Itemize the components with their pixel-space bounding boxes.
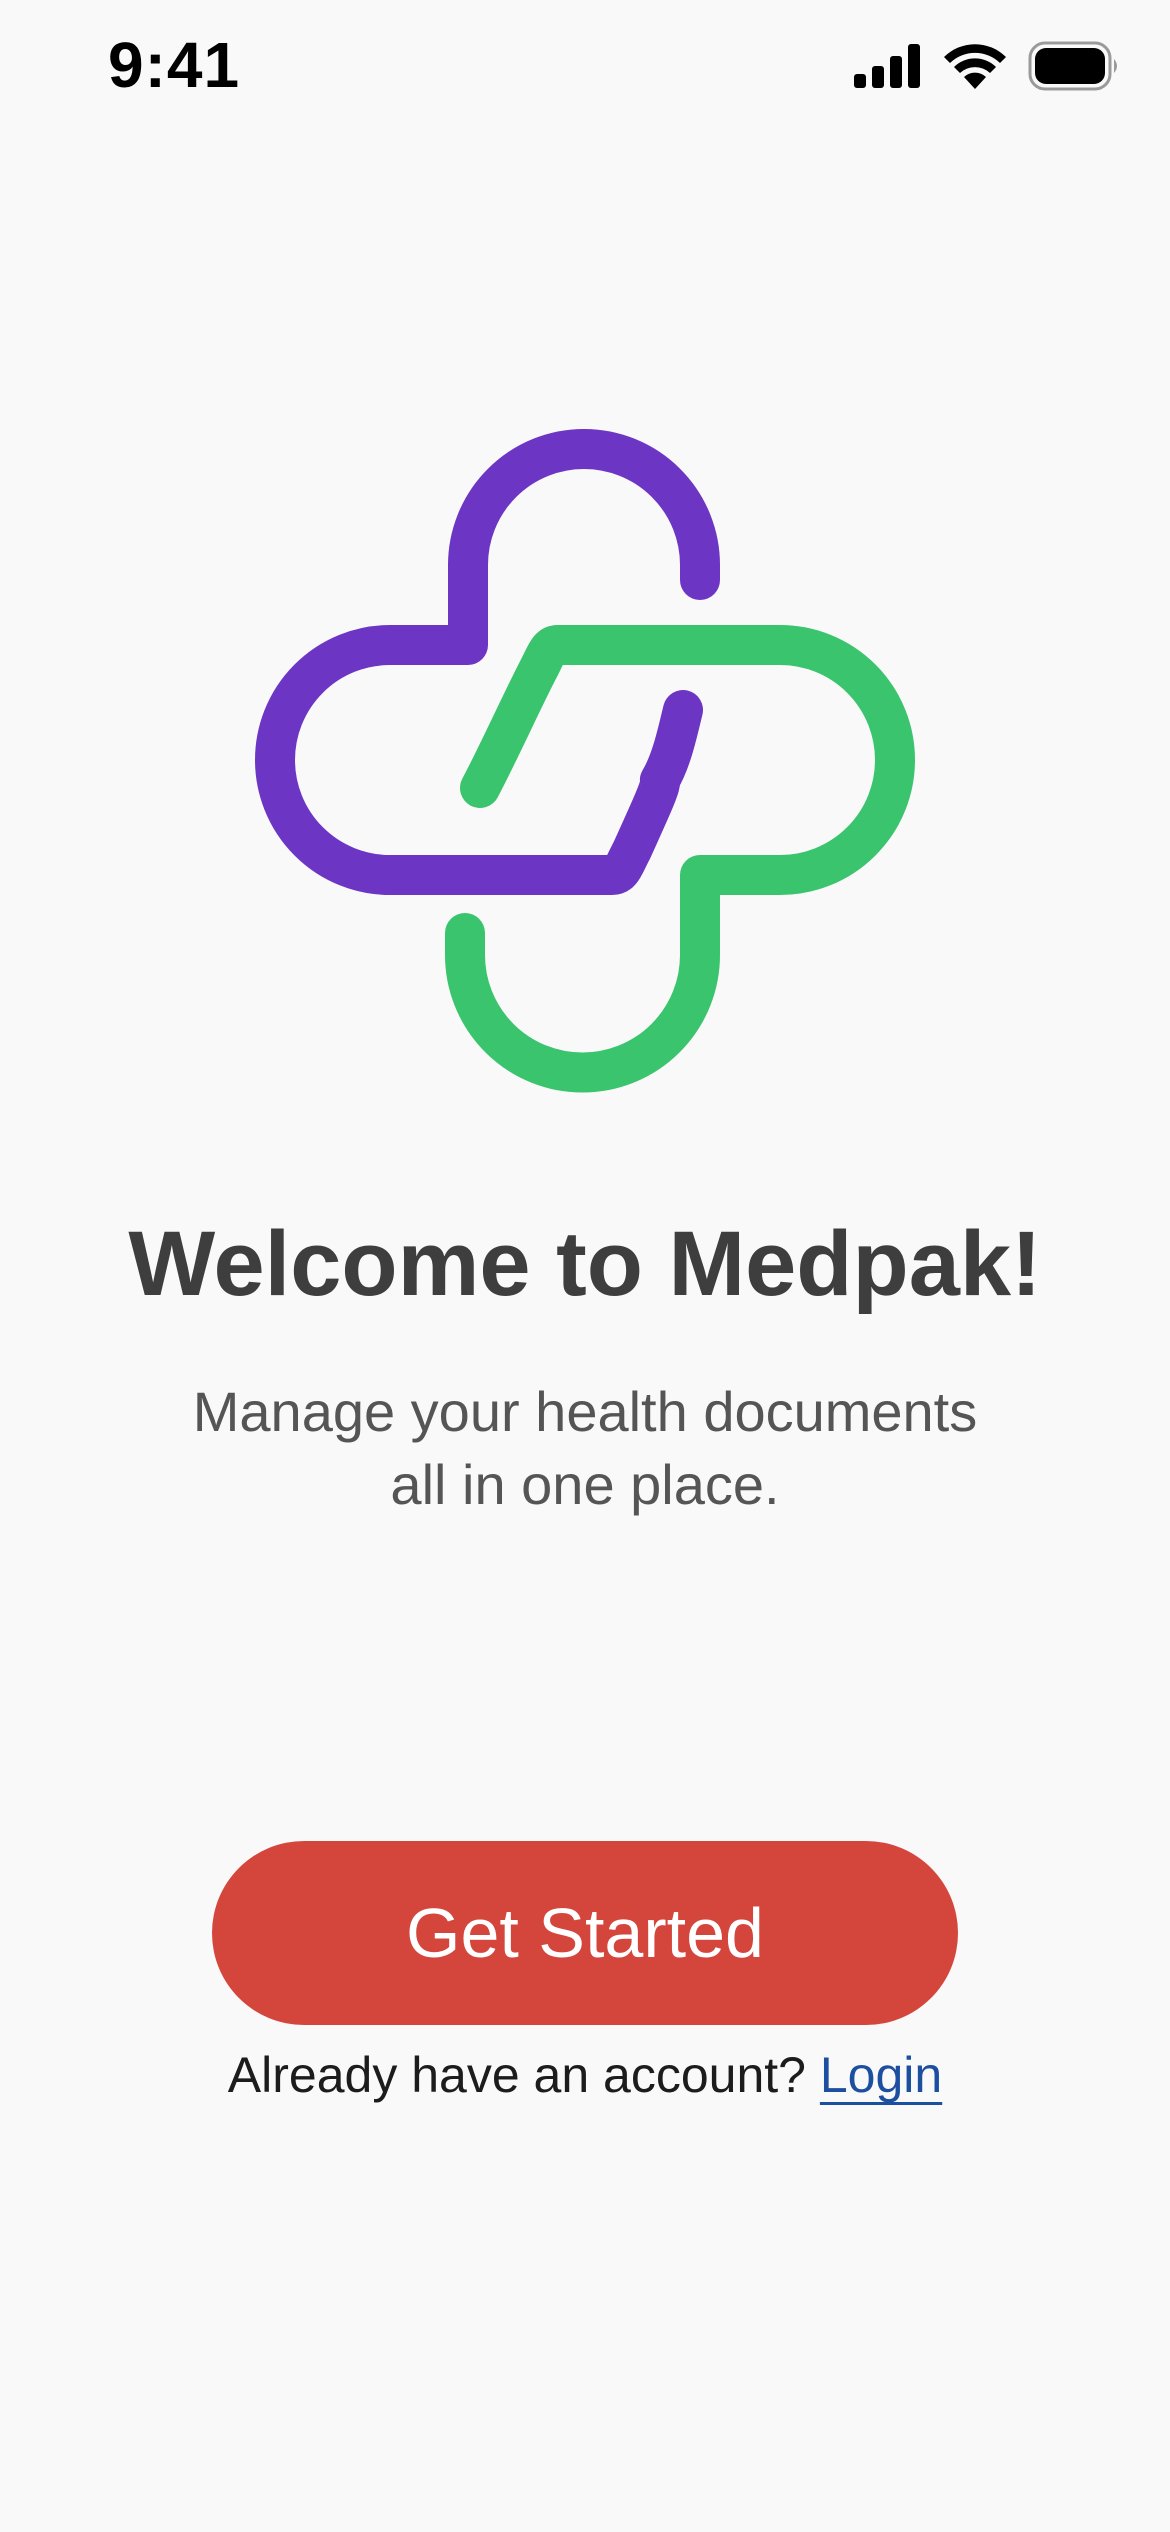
medpak-logo — [250, 425, 920, 1095]
status-bar: 9:41 — [0, 0, 1170, 130]
welcome-screen: 9:41 Welcome to Medpak! Manage your heal… — [0, 0, 1170, 2532]
cellular-signal-icon — [854, 44, 922, 88]
get-started-label: Get Started — [406, 1894, 764, 1972]
welcome-subtitle: Manage your health documents all in one … — [192, 1380, 978, 1516]
get-started-button[interactable]: Get Started — [212, 1841, 958, 2025]
account-prompt-text: Already have an account? — [227, 2047, 806, 2103]
login-link[interactable]: Login — [820, 2047, 942, 2103]
wifi-icon — [944, 43, 1006, 89]
login-prompt: Already have an account? Login — [0, 2046, 1170, 2104]
status-time: 9:41 — [108, 29, 241, 101]
welcome-title: Welcome to Medpak! — [128, 1213, 1042, 1315]
status-icons — [854, 38, 1120, 94]
battery-icon — [1028, 41, 1120, 91]
